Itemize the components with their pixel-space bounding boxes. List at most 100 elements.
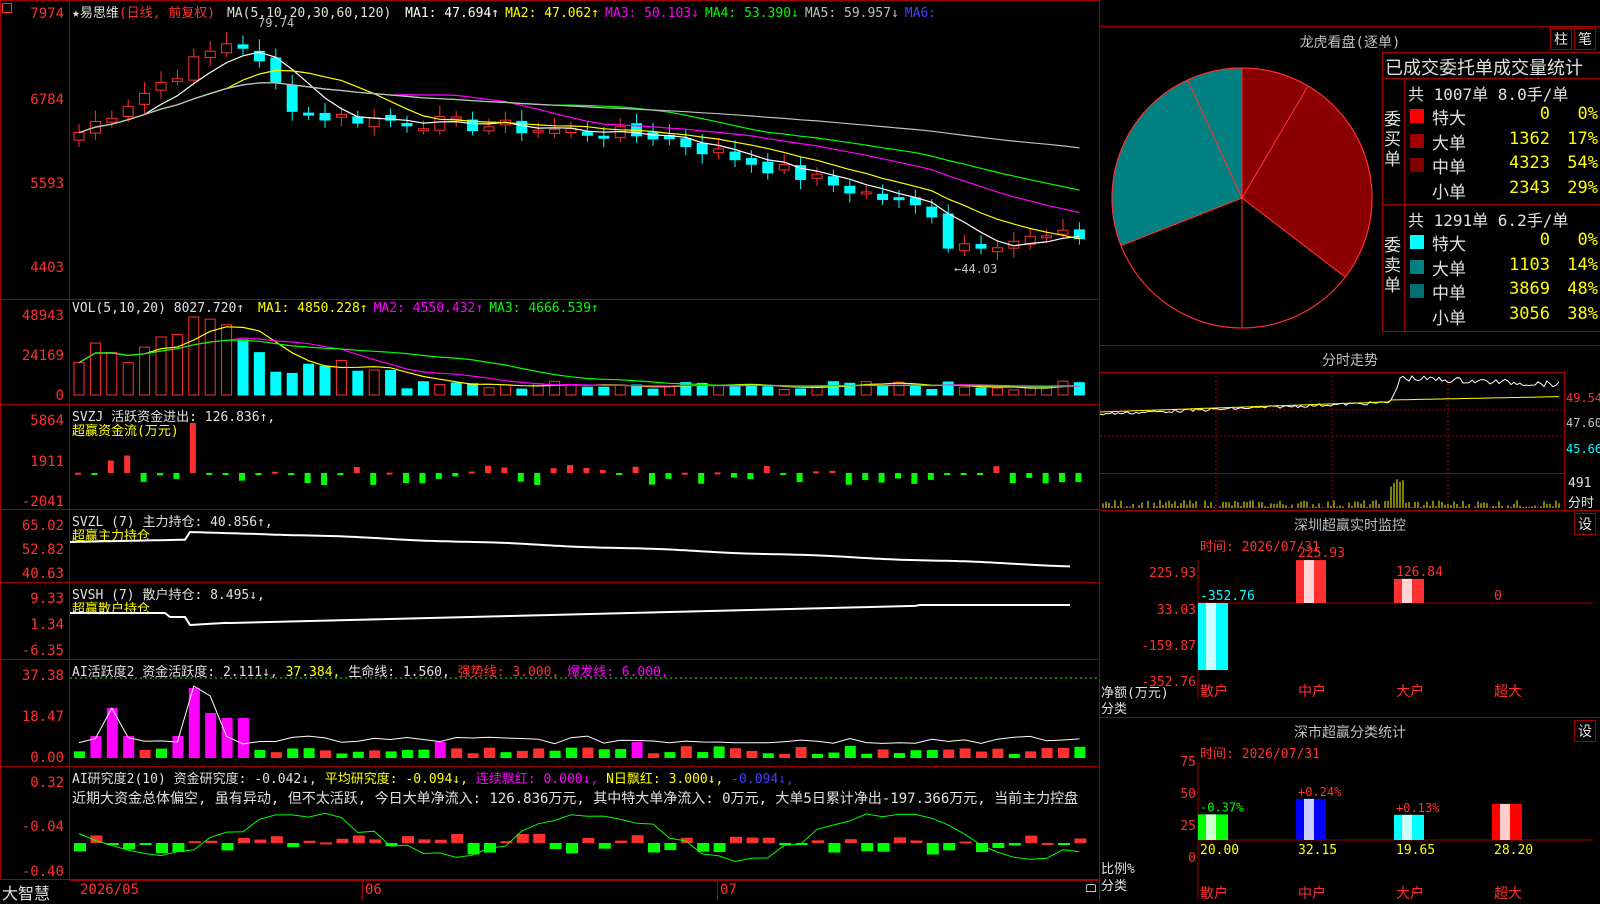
activity-bar: [598, 749, 610, 758]
svzj-chart[interactable]: [70, 420, 1100, 508]
candle-body: [745, 158, 757, 165]
activity-bar: [516, 750, 528, 758]
ma-values: MA1: 47.694↑ MA2: 47.062↑ MA3: 50.103↓ MA4:…: [399, 6, 936, 21]
y-label: 9.33: [30, 591, 64, 607]
activity-bar: [910, 750, 922, 758]
flow-bar: [75, 472, 81, 475]
flow-bar: [780, 473, 787, 475]
research-bar: [516, 834, 529, 843]
volume-chart[interactable]: [70, 315, 1100, 400]
activity-bar: [1041, 747, 1053, 758]
candle-body: [286, 84, 298, 112]
sz-category-settings-button[interactable]: 设: [1574, 720, 1596, 742]
candle-body: [106, 117, 118, 123]
svzl-chart[interactable]: [69, 520, 1100, 582]
app-logo[interactable]: 大智慧: [2, 880, 50, 904]
stat-name: 特大: [1432, 235, 1466, 255]
period-label[interactable]: (日线, 前复权): [119, 6, 215, 21]
ma-value: MA4: 53.390↓: [704, 6, 799, 21]
stat-pct: 14%: [1567, 254, 1598, 275]
activity-bar: [434, 742, 446, 758]
stock-name[interactable]: ★易思维: [72, 6, 119, 21]
bar-value-label: 126.84: [1396, 565, 1443, 580]
research-bar: [598, 843, 611, 849]
flow-bar: [813, 471, 819, 474]
y-label: 225.93: [1149, 566, 1196, 581]
ma-value: MA6:: [904, 6, 937, 21]
svsh-chart[interactable]: [70, 595, 1100, 659]
activity-bar: [992, 748, 1004, 758]
volume-bar: [975, 387, 987, 396]
ai-research-chart[interactable]: [70, 805, 1100, 877]
sz-category-chart[interactable]: 20.00 散户 -0.37% 32.15 中户 +0.24% 19.65 大户 +0.13% 2…: [1197, 762, 1593, 902]
y-label: -159.87: [1141, 639, 1196, 654]
y-label: 37.38: [21, 668, 64, 684]
sz-monitor-settings-button[interactable]: 设: [1574, 513, 1596, 535]
flow-bar: [714, 472, 721, 475]
research-bar: [287, 843, 300, 848]
volume-bar: [270, 371, 282, 396]
volume-bar: [581, 386, 593, 396]
activity-bar: [418, 749, 430, 758]
bar-mode-button[interactable]: 柱: [1550, 28, 1572, 50]
activity-bar: [1074, 746, 1086, 758]
research-bar: [533, 833, 546, 843]
flow-bar: [534, 473, 541, 485]
candlestick-chart[interactable]: [70, 20, 1100, 300]
volume-bar: [762, 386, 774, 396]
research-bar: [664, 843, 677, 851]
research-bar: [697, 843, 710, 852]
activity-bar: [1058, 747, 1069, 758]
y-label: -0.04: [21, 819, 64, 835]
volume-bar: [942, 381, 954, 396]
activity-bar: [336, 753, 348, 758]
flow-bar: [1059, 473, 1065, 483]
vol-value: 8027.720↑: [173, 301, 245, 316]
lock-icon[interactable]: [1086, 884, 1096, 892]
flow-bar: [977, 473, 983, 475]
longhu-pie-chart[interactable]: [1110, 66, 1375, 331]
intraday-chart[interactable]: [1099, 372, 1565, 509]
flow-bar: [681, 472, 688, 475]
category-label: 中户: [1298, 683, 1326, 700]
activity-bar: [287, 748, 299, 758]
volume-bar: [401, 388, 413, 396]
tick-mode-button[interactable]: 笔: [1574, 28, 1596, 50]
legend-swatch: [1410, 259, 1424, 274]
category-label: 大户: [1396, 885, 1424, 902]
vol-ma-value: MA1: 4850.228↑: [258, 301, 368, 316]
activity-bar: [877, 749, 889, 758]
flow-bar: [173, 473, 180, 479]
category-bar-shine: [1304, 560, 1314, 603]
activity-bar: [828, 752, 840, 758]
vol-ma-value: MA2: 4550.432↑: [373, 301, 484, 316]
y-label: 52.82: [21, 542, 64, 558]
activity-bar: [664, 752, 676, 758]
stat-name: 大单: [1432, 133, 1466, 154]
sz-monitor-chart[interactable]: -352.76 散户 225.93 中户 126.84 大户 0 超大: [1197, 546, 1593, 700]
activity-bar: [74, 751, 85, 758]
research-bar: [139, 843, 152, 845]
research-bar: [74, 843, 86, 852]
stats-divider: [1382, 78, 1600, 79]
category-label: 中户: [1298, 885, 1326, 902]
sz-category-cat: 分类: [1101, 879, 1128, 894]
volume-bar: [893, 381, 905, 396]
y-label: 50: [1180, 787, 1196, 802]
volume-bar: [335, 359, 347, 396]
stat-pct: 0%: [1577, 230, 1598, 250]
research-bar: [270, 836, 283, 843]
candle-body: [975, 243, 987, 249]
flow-bar: [304, 473, 311, 484]
vol-header: VOL(5,10,20) 8027.720↑ MA1: 4850.228↑ MA2…: [72, 301, 599, 316]
activity-bar: [385, 751, 397, 758]
research-bar: [549, 843, 562, 849]
candle-body: [532, 129, 544, 133]
volume-bar: [827, 381, 839, 396]
ai-active-chart[interactable]: [70, 677, 1100, 764]
legend-swatch: [1410, 235, 1424, 249]
legend-swatch: [1410, 284, 1424, 298]
activity-bar: [549, 750, 561, 758]
research-bar: [566, 843, 578, 854]
category-label: 散户: [1200, 683, 1228, 700]
